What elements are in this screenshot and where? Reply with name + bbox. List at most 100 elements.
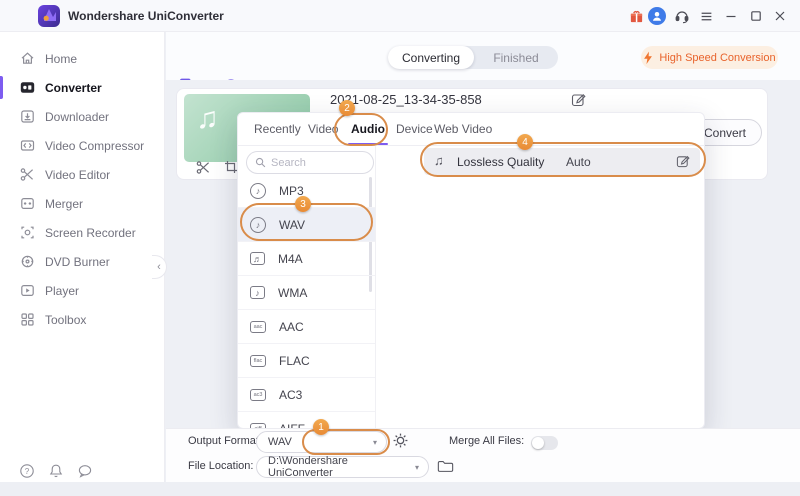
aac-format-icon: aac (250, 321, 266, 333)
quality-value: Auto (566, 155, 591, 169)
music-note-icon: ♫ (196, 102, 219, 136)
format-item-aac[interactable]: aac AAC (238, 310, 375, 344)
open-folder-icon[interactable] (437, 459, 454, 473)
tab-device[interactable]: Device (396, 122, 433, 136)
gift-icon[interactable] (627, 7, 645, 25)
format-item-m4a[interactable]: ♬ M4A (238, 242, 375, 276)
ac3-format-icon: ac3 (250, 389, 266, 401)
sidebar-item-home[interactable]: Home (0, 44, 164, 73)
sidebar-item-label: Video Compressor (45, 139, 144, 153)
toolbox-icon (20, 312, 35, 327)
merger-icon (20, 196, 35, 211)
high-speed-conversion-button[interactable]: High Speed Conversion (641, 46, 778, 69)
sidebar-item-downloader[interactable]: Downloader (0, 102, 164, 131)
app-title: Wondershare UniConverter (68, 0, 224, 32)
screen-recorder-icon (20, 225, 35, 240)
sidebar-item-converter[interactable]: Converter (0, 73, 164, 102)
format-item-ac3[interactable]: ac3 AC3 (238, 378, 375, 412)
quality-music-icon: ♫ (434, 153, 444, 168)
menu-icon[interactable] (697, 7, 715, 25)
video-compressor-icon (20, 138, 35, 153)
convert-status-tabs: Converting Finished (388, 46, 558, 69)
search-input[interactable] (271, 157, 359, 169)
merge-all-files-label: Merge All Files: (449, 435, 524, 447)
quality-edit-icon[interactable] (676, 154, 690, 168)
flac-format-icon: flac (250, 355, 266, 367)
format-item-flac[interactable]: flac FLAC (238, 344, 375, 378)
step4-badge: 4 (517, 134, 533, 150)
file-location-label: File Location: (188, 460, 253, 472)
format-label: WAV (279, 218, 305, 232)
feedback-chat-icon[interactable] (76, 462, 93, 479)
title-bar: Wondershare UniConverter (0, 0, 800, 32)
step1-badge: 1 (313, 419, 329, 435)
wma-format-icon: ♪ (250, 286, 265, 299)
tab-video[interactable]: Video (308, 122, 338, 136)
home-icon (20, 51, 35, 66)
lightning-icon (643, 51, 653, 65)
help-icon[interactable]: ? (18, 462, 35, 479)
window-footer-strip (0, 482, 800, 496)
crop-icon[interactable] (224, 160, 238, 174)
format-label: AC3 (279, 388, 302, 402)
audio-format-list: ♪ MP3 ♪ WAV ♬ M4A ♪ WMA aac AAC flac FLA… (238, 174, 375, 429)
output-format-label: Output Format: (188, 435, 262, 447)
sidebar-item-label: DVD Burner (45, 255, 110, 269)
video-editor-icon (20, 167, 35, 182)
sidebar-item-dvd-burner[interactable]: DVD Burner (0, 247, 164, 276)
mp3-format-icon: ♪ (250, 183, 266, 199)
output-format-panel: Recently Video Audio Device Web Video ♫ … (237, 112, 705, 429)
file-location-value: D:\Wondershare UniConverter (268, 455, 406, 479)
merge-toggle[interactable] (531, 436, 558, 450)
sidebar-item-label: Downloader (45, 110, 109, 124)
wav-format-icon: ♪ (250, 217, 266, 233)
sidebar: Home Converter Downloader Video Compress… (0, 32, 165, 496)
notifications-bell-icon[interactable] (47, 462, 64, 479)
tab-recently[interactable]: Recently (254, 122, 301, 136)
format-category-tabs: Recently Video Audio Device Web Video (238, 113, 704, 146)
quality-row[interactable]: ♫ Lossless Quality Auto (424, 148, 700, 175)
format-search-box[interactable] (246, 151, 374, 174)
rename-file-icon[interactable] (571, 92, 586, 107)
trim-scissors-icon[interactable] (196, 160, 211, 175)
search-icon (255, 157, 266, 168)
tab-finished[interactable]: Finished (474, 46, 558, 69)
format-item-wma[interactable]: ♪ WMA (238, 276, 375, 310)
tab-converting[interactable]: Converting (388, 46, 474, 69)
close-button[interactable] (771, 7, 789, 25)
format-label: WMA (278, 286, 307, 300)
format-label: AAC (279, 320, 304, 334)
tab-web-video[interactable]: Web Video (434, 122, 492, 136)
minimize-button[interactable] (722, 7, 740, 25)
format-item-aiff[interactable]: aiff AIFF (238, 412, 375, 429)
format-item-wav[interactable]: ♪ WAV (238, 208, 375, 242)
uniconverter-window: Wondershare UniConverter Home (0, 0, 800, 496)
svg-text:?: ? (24, 467, 29, 476)
m4a-format-icon: ♬ (250, 252, 265, 265)
sidebar-item-video-compressor[interactable]: Video Compressor (0, 131, 164, 160)
step2-badge: 2 (339, 100, 355, 116)
file-location-select[interactable]: D:\Wondershare UniConverter ▾ (256, 456, 429, 478)
sidebar-item-label: Player (45, 284, 79, 298)
sidebar-item-player[interactable]: Player (0, 276, 164, 305)
sidebar-item-screen-recorder[interactable]: Screen Recorder (0, 218, 164, 247)
support-headset-icon[interactable] (673, 7, 691, 25)
tab-audio[interactable]: Audio (351, 122, 385, 136)
sidebar-item-label: Video Editor (45, 168, 110, 182)
output-format-value: WAV (268, 436, 292, 448)
toggle-knob (532, 437, 544, 449)
sidebar-item-label: Home (45, 52, 77, 66)
select-caret-icon: ▾ (415, 463, 419, 472)
conversion-settings-gear-icon[interactable] (392, 432, 409, 449)
maximize-button[interactable] (747, 7, 765, 25)
sidebar-item-video-editor[interactable]: Video Editor (0, 160, 164, 189)
sidebar-item-merger[interactable]: Merger (0, 189, 164, 218)
format-label: M4A (278, 252, 303, 266)
app-logo-icon (38, 5, 60, 27)
account-avatar[interactable] (648, 7, 666, 25)
sidebar-item-label: Screen Recorder (45, 226, 136, 240)
sidebar-item-label: Merger (45, 197, 83, 211)
sidebar-item-toolbox[interactable]: Toolbox (0, 305, 164, 334)
downloader-icon (20, 109, 35, 124)
list-divider (375, 146, 376, 428)
